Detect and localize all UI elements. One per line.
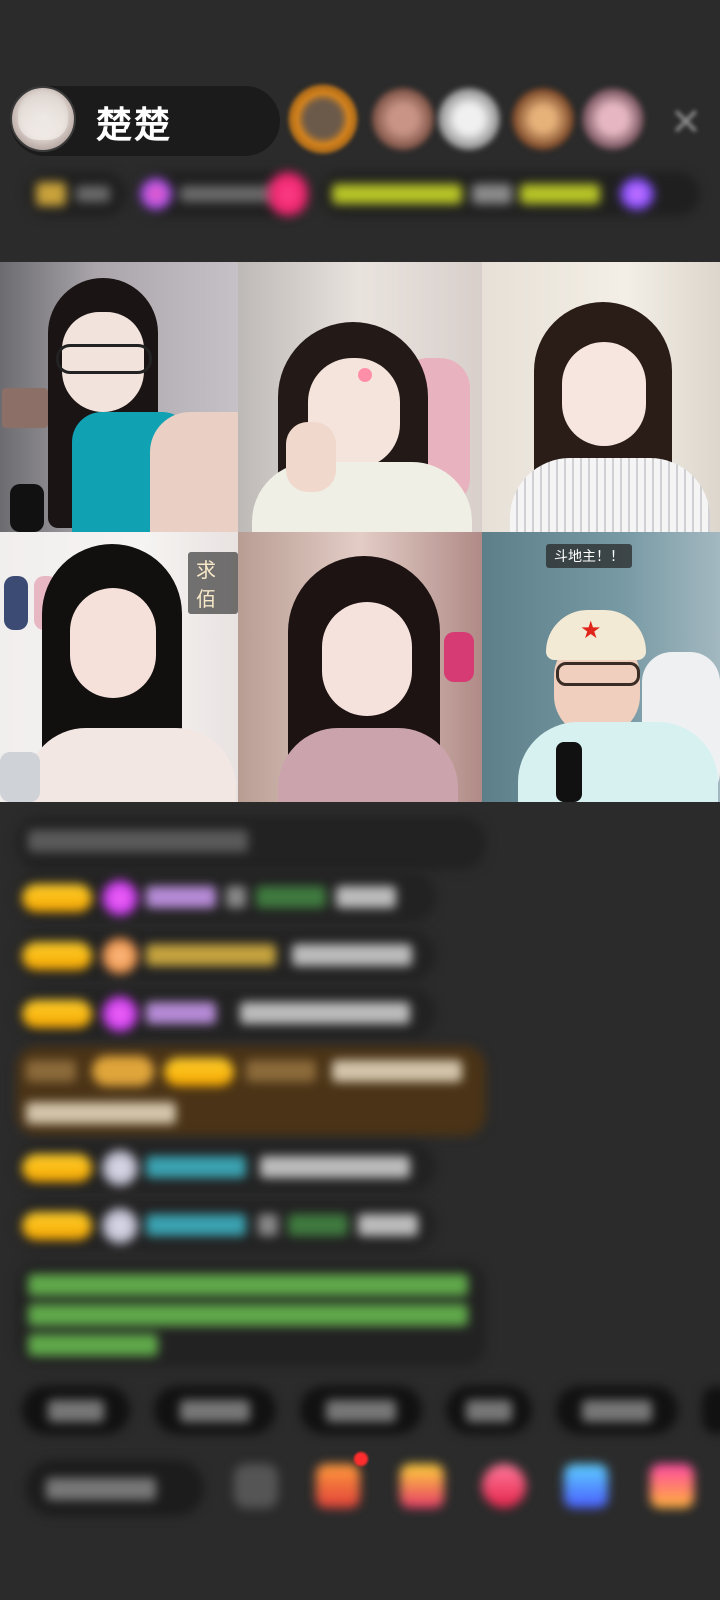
video-tile-4[interactable]: 求佰 [0,532,238,802]
person-face [322,602,412,716]
shelf-decor [2,388,48,428]
quick-reply-chip-5[interactable] [556,1386,678,1434]
stat-pill-3[interactable] [268,172,308,216]
quick-reply-chip-2[interactable] [154,1386,276,1434]
close-icon[interactable]: ✕ [670,100,702,144]
more-features-icon[interactable] [650,1464,694,1508]
emoji-icon[interactable] [234,1464,278,1508]
glasses-icon [556,662,640,686]
quick-reply-chip-1[interactable] [22,1386,130,1434]
video-tile-3[interactable] [482,262,720,532]
stat-pill-4[interactable] [320,172,700,216]
host-avatar-detail [18,90,68,140]
quick-reply-chip-6[interactable] [702,1386,720,1434]
quick-reply-chip-4[interactable] [446,1386,532,1434]
person-face [562,342,646,446]
chat-message-2[interactable] [16,930,436,980]
host-name: 楚楚 [96,105,173,146]
person-top [278,728,458,802]
chat-message-1[interactable] [16,872,436,922]
person-face [70,588,156,698]
person-top [252,462,472,532]
hair-clip-icon [358,368,372,382]
lucky-bag-icon[interactable] [482,1464,526,1508]
chat-message-5[interactable] [16,1200,436,1250]
viewer-avatar-1[interactable] [292,88,354,150]
pink-decor [444,632,474,682]
microphone-icon [10,484,44,532]
gift-box-icon[interactable] [316,1464,360,1508]
video-tile-2[interactable] [238,262,482,532]
person-top [518,722,718,802]
viewer-avatar-2[interactable] [372,88,434,150]
video-tile-5[interactable] [238,532,482,802]
quick-reply-chip-3[interactable] [300,1386,422,1434]
chat-message-4[interactable] [16,1142,436,1192]
chat-message-3[interactable] [16,988,436,1038]
person-arm [150,412,238,532]
room-stats-row [26,172,702,216]
viewer-avatar-3[interactable] [438,88,500,150]
hand [286,422,336,492]
microphone-icon [556,742,582,802]
chat-input[interactable] [26,1460,204,1516]
star-icon: ★ [580,616,602,644]
video-tile-6[interactable]: ★ 斗地主！！ [482,532,720,802]
game-controller-icon[interactable] [564,1464,608,1508]
tile-overlay-text: 求佰 [188,552,238,614]
stat-pill-1[interactable] [26,172,126,216]
glasses-icon [56,344,152,374]
system-message [16,816,486,870]
toy-figure-1 [4,576,28,630]
treasure-chest-icon[interactable] [400,1464,444,1508]
tile-overlay-text: 斗地主！！ [546,544,632,568]
viewer-avatar-4[interactable] [512,88,574,150]
viewer-avatar-5[interactable] [582,88,644,150]
video-tile-1[interactable] [0,262,238,532]
chat-message-gift[interactable] [16,1046,486,1136]
person-top [26,728,236,802]
announcement-message [16,1262,486,1366]
person-top [510,458,710,532]
notification-dot [354,1452,368,1466]
microphone-icon [0,752,40,802]
